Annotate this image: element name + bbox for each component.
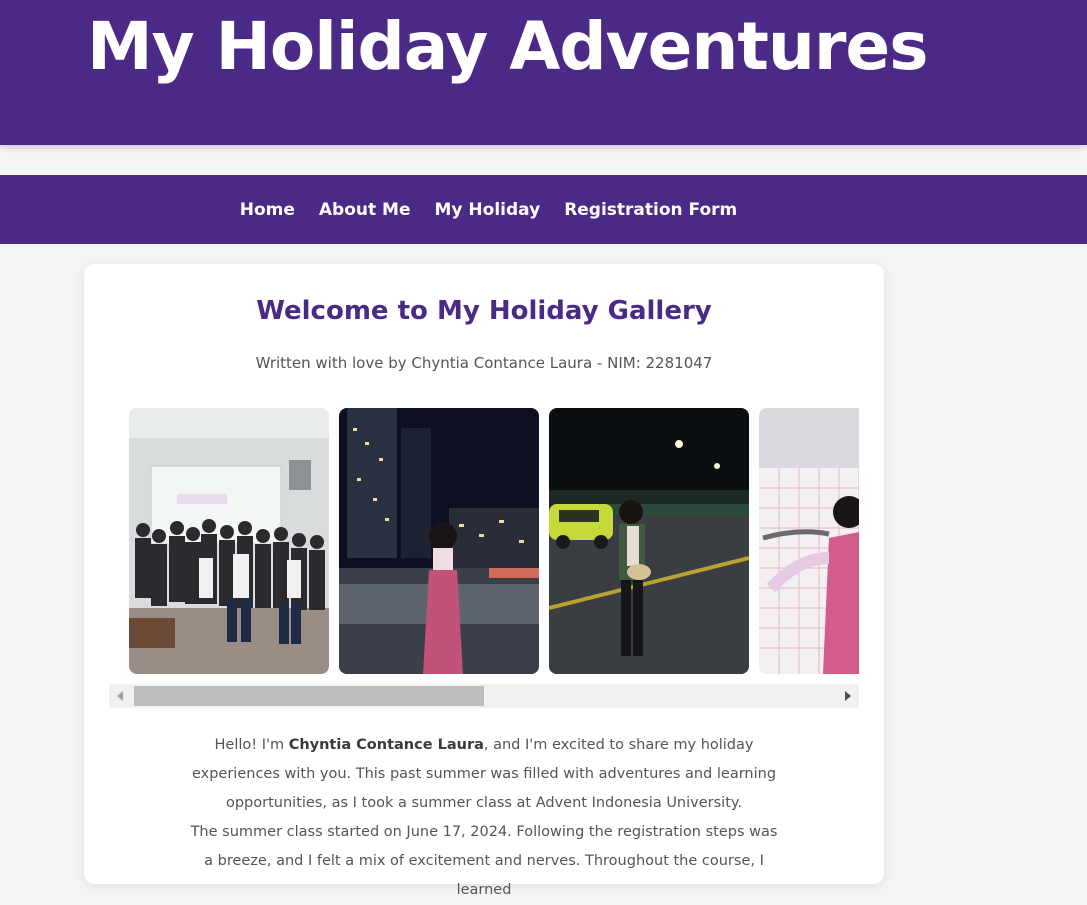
tiled-wall-image bbox=[759, 408, 859, 674]
intro-text: Hello! I'm Chyntia Contance Laura, and I… bbox=[184, 731, 784, 905]
site-title: My Holiday Adventures bbox=[87, 8, 928, 85]
page-title: Welcome to My Holiday Gallery bbox=[256, 296, 712, 326]
nav-about-me[interactable]: About Me bbox=[319, 200, 411, 220]
gallery-scrollbar[interactable] bbox=[109, 684, 859, 708]
gallery-photo-4[interactable] bbox=[759, 408, 859, 674]
scroll-right-icon[interactable] bbox=[837, 684, 859, 708]
night-street-image bbox=[549, 408, 749, 674]
group-photo-image bbox=[129, 408, 329, 674]
gallery-photo-2[interactable] bbox=[339, 408, 539, 674]
content-card: Welcome to My Holiday Gallery Written wi… bbox=[84, 264, 884, 898]
gallery-photo-3[interactable] bbox=[549, 408, 749, 674]
nav-my-holiday[interactable]: My Holiday bbox=[435, 200, 541, 220]
gallery-photo-1[interactable] bbox=[129, 408, 329, 674]
intro-paragraph-2: The summer class started on June 17, 202… bbox=[190, 824, 778, 898]
scroll-left-icon[interactable] bbox=[109, 684, 131, 708]
author-line: Written with love by Chyntia Contance La… bbox=[255, 354, 713, 372]
intro-paragraph-1: Hello! I'm Chyntia Contance Laura, and I… bbox=[184, 731, 784, 818]
scrollbar-thumb[interactable] bbox=[134, 686, 484, 706]
intro-greeting: Hello! I'm bbox=[214, 737, 289, 753]
nav-home[interactable]: Home bbox=[240, 200, 295, 220]
main-nav: Home About Me My Holiday Registration Fo… bbox=[0, 175, 1087, 244]
author-name: Chyntia Contance Laura bbox=[288, 737, 484, 753]
site-header: My Holiday Adventures bbox=[0, 0, 1087, 145]
nav-registration-form[interactable]: Registration Form bbox=[564, 200, 737, 220]
photo-gallery[interactable] bbox=[129, 408, 859, 674]
night-city-image bbox=[339, 408, 539, 674]
